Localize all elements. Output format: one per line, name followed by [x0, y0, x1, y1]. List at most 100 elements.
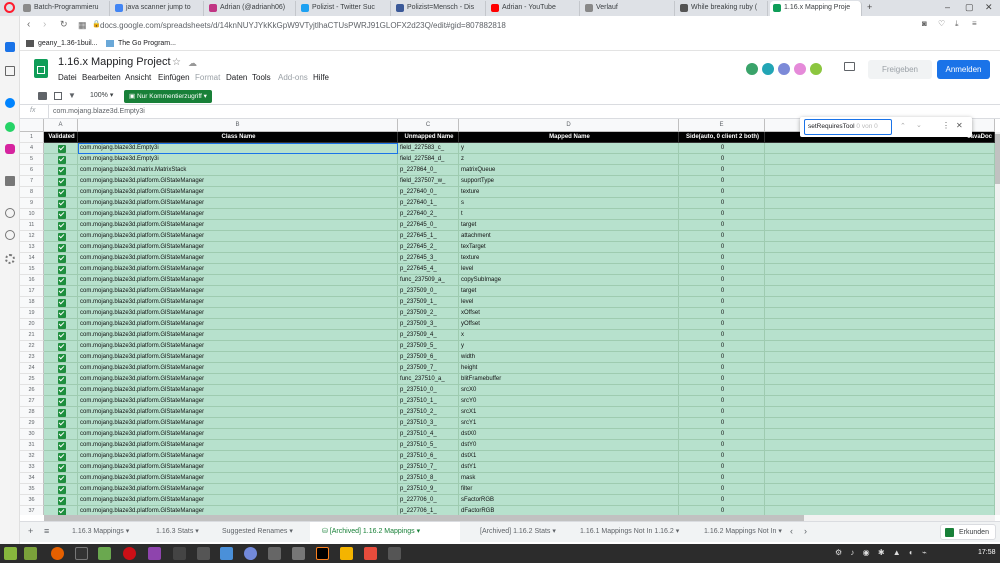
class-name-cell[interactable]: com.mojang.blaze3d.platform.GlStateManag…: [78, 187, 398, 198]
row-number[interactable]: 37: [20, 506, 44, 515]
mapped-name-cell[interactable]: target: [459, 286, 679, 297]
class-name-cell[interactable]: com.mojang.blaze3d.platform.GlStateManag…: [78, 374, 398, 385]
side-cell[interactable]: 0: [679, 407, 765, 418]
class-name-cell[interactable]: com.mojang.blaze3d.platform.GlStateManag…: [78, 451, 398, 462]
validated-checkbox[interactable]: [44, 165, 78, 176]
unmapped-name-cell[interactable]: p_237510_8_: [398, 473, 459, 484]
menu-edit[interactable]: Bearbeiten: [82, 73, 121, 82]
mapped-name-cell[interactable]: dstX0: [459, 429, 679, 440]
row-number[interactable]: 21: [20, 330, 44, 341]
camera-icon[interactable]: ◙: [922, 19, 927, 28]
side-cell[interactable]: 0: [679, 264, 765, 275]
side-cell[interactable]: 0: [679, 231, 765, 242]
side-cell[interactable]: 0: [679, 275, 765, 286]
tab-menu-icon[interactable]: ▾: [550, 528, 556, 535]
checkbox-checked-icon[interactable]: [57, 496, 66, 505]
validated-checkbox[interactable]: [44, 385, 78, 396]
browser-tab[interactable]: Verlauf: [582, 1, 675, 16]
javadoc-cell[interactable]: [765, 396, 995, 407]
instagram-icon[interactable]: [5, 144, 15, 154]
mail-icon[interactable]: [220, 547, 233, 560]
url-input[interactable]: docs.google.com/spreadsheets/d/14knNUYJY…: [100, 18, 920, 34]
mapped-name-cell[interactable]: dstY1: [459, 462, 679, 473]
mapped-name-cell[interactable]: srcX0: [459, 385, 679, 396]
row-number[interactable]: 15: [20, 264, 44, 275]
row-number[interactable]: 16: [20, 275, 44, 286]
unmapped-name-cell[interactable]: p_237509_4_: [398, 330, 459, 341]
row-number[interactable]: 22: [20, 341, 44, 352]
row-number[interactable]: 25: [20, 374, 44, 385]
mapped-name-cell[interactable]: width: [459, 352, 679, 363]
checkbox-checked-icon[interactable]: [57, 331, 66, 340]
mapped-name-cell[interactable]: yOffset: [459, 319, 679, 330]
unmapped-name-cell[interactable]: p_237509_5_: [398, 341, 459, 352]
menu-insert[interactable]: Einfügen: [158, 73, 190, 82]
files-icon[interactable]: [98, 547, 111, 560]
mapped-name-cell[interactable]: z: [459, 154, 679, 165]
checkbox-checked-icon[interactable]: [57, 276, 66, 285]
class-name-cell[interactable]: com.mojang.blaze3d.platform.GlStateManag…: [78, 242, 398, 253]
mapped-name-cell[interactable]: copySubImage: [459, 275, 679, 286]
row-number[interactable]: 6: [20, 165, 44, 176]
row-number[interactable]: 28: [20, 407, 44, 418]
class-name-cell[interactable]: com.mojang.blaze3d.platform.GlStateManag…: [78, 286, 398, 297]
col-header-b[interactable]: B: [78, 119, 398, 132]
all-sheets-icon[interactable]: ≡: [44, 526, 49, 536]
unmapped-name-cell[interactable]: func_237509_a_: [398, 275, 459, 286]
class-name-cell[interactable]: com.mojang.blaze3d.platform.GlStateManag…: [78, 352, 398, 363]
side-cell[interactable]: 0: [679, 440, 765, 451]
header-unmapped-name[interactable]: Unmapped Name: [398, 132, 459, 143]
row-number[interactable]: 35: [20, 484, 44, 495]
browser-tab[interactable]: 1.16.x Mapping Proje: [770, 1, 862, 16]
validated-checkbox[interactable]: [44, 451, 78, 462]
validated-checkbox[interactable]: [44, 319, 78, 330]
unmapped-name-cell[interactable]: p_237510_0_: [398, 385, 459, 396]
row-number[interactable]: 36: [20, 495, 44, 506]
side-cell[interactable]: 0: [679, 363, 765, 374]
class-name-cell[interactable]: com.mojang.blaze3d.platform.GlStateManag…: [78, 297, 398, 308]
sheet-tab[interactable]: 1.16.2 Mappings Not In ▾: [692, 522, 792, 542]
maximize-icon[interactable]: ▢: [965, 2, 974, 13]
checkbox-checked-icon[interactable]: [57, 221, 66, 230]
row-number[interactable]: 7: [20, 176, 44, 187]
header-class-name[interactable]: Class Name: [78, 132, 398, 143]
row-number[interactable]: 11: [20, 220, 44, 231]
javadoc-cell[interactable]: [765, 341, 995, 352]
paint-format-icon[interactable]: [54, 92, 62, 100]
opera-taskbar-icon[interactable]: [123, 547, 136, 560]
side-cell[interactable]: 0: [679, 220, 765, 231]
apps-grid-icon[interactable]: ▦: [78, 20, 87, 31]
checkbox-checked-icon[interactable]: [57, 386, 66, 395]
unmapped-name-cell[interactable]: p_227645_2_: [398, 242, 459, 253]
side-cell[interactable]: 0: [679, 341, 765, 352]
side-cell[interactable]: 0: [679, 143, 765, 154]
col-header-a[interactable]: A: [44, 119, 78, 132]
checkbox-checked-icon[interactable]: [57, 177, 66, 186]
unmapped-name-cell[interactable]: field_237507_w_: [398, 176, 459, 187]
col-header-d[interactable]: D: [459, 119, 679, 132]
checkbox-checked-icon[interactable]: [57, 243, 66, 252]
javadoc-cell[interactable]: [765, 165, 995, 176]
mapped-name-cell[interactable]: x: [459, 330, 679, 341]
vertical-scrollbar[interactable]: [995, 132, 1000, 515]
row-number[interactable]: 17: [20, 286, 44, 297]
comment-icon[interactable]: [844, 62, 855, 71]
unmapped-name-cell[interactable]: p_227645_0_: [398, 220, 459, 231]
side-cell[interactable]: 0: [679, 308, 765, 319]
checkbox-checked-icon[interactable]: [57, 210, 66, 219]
mapped-name-cell[interactable]: attachment: [459, 231, 679, 242]
row-number[interactable]: 23: [20, 352, 44, 363]
speed-dial-icon[interactable]: [5, 66, 15, 76]
javadoc-cell[interactable]: [765, 363, 995, 374]
mapped-name-cell[interactable]: supportType: [459, 176, 679, 187]
mapped-name-cell[interactable]: height: [459, 363, 679, 374]
checkbox-checked-icon[interactable]: [57, 452, 66, 461]
row-number[interactable]: 32: [20, 451, 44, 462]
javadoc-cell[interactable]: [765, 484, 995, 495]
browser-tab[interactable]: Batch-Programmieru: [20, 1, 110, 16]
checkbox-checked-icon[interactable]: [57, 441, 66, 450]
mapped-name-cell[interactable]: texTarget: [459, 242, 679, 253]
checkbox-checked-icon[interactable]: [57, 265, 66, 274]
tab-menu-icon[interactable]: ▾: [415, 528, 421, 535]
checkbox-checked-icon[interactable]: [57, 309, 66, 318]
